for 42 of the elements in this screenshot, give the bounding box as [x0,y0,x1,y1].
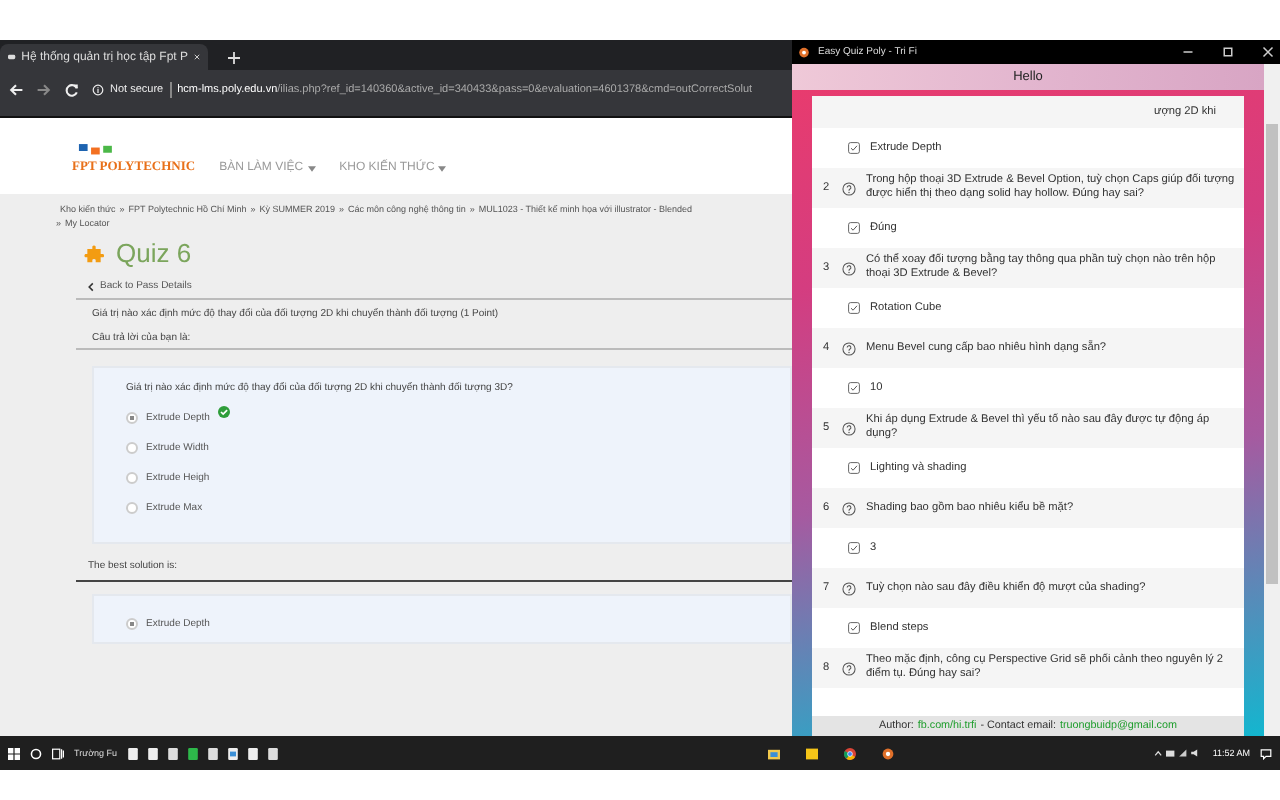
new-tab-icon[interactable] [228,52,240,64]
radio-button[interactable] [126,441,138,453]
search-circle-icon[interactable] [30,747,42,759]
favicon-icon [8,52,16,62]
page-title: Quiz 6 [116,238,192,268]
question-circle-icon [842,341,856,355]
question-circle-icon [842,581,856,595]
puzzle-icon [84,243,104,263]
task-view-icon[interactable] [52,747,64,759]
caret-icon [438,165,447,171]
scrollbar-thumb[interactable] [1266,124,1278,584]
windows-start-icon[interactable] [8,747,20,759]
sticky-note-icon[interactable] [806,747,819,759]
radio-button[interactable] [126,501,138,513]
document-icon[interactable] [207,747,218,759]
notification-icon[interactable] [1260,747,1272,759]
caret-icon [307,165,316,171]
app-icon [798,46,810,58]
app-icon[interactable] [882,747,895,759]
image-icon[interactable] [227,747,238,759]
minimize-icon[interactable] [1182,46,1194,58]
chevron-left-icon [88,281,94,291]
question-circle-icon [842,421,856,435]
browser-icon[interactable] [844,747,857,759]
folder-icon[interactable] [768,747,781,759]
close-icon[interactable] [1262,46,1274,58]
app-icon[interactable] [187,747,198,759]
back-arrow-icon[interactable] [8,82,24,98]
radio-button[interactable] [126,411,138,423]
question-circle-icon [842,181,856,195]
reload-icon[interactable] [64,82,80,98]
scrollbar[interactable] [1264,64,1280,736]
radio-button[interactable] [126,471,138,483]
forward-arrow-icon[interactable] [36,82,52,98]
close-icon[interactable] [194,52,200,62]
question-circle-icon [842,501,856,515]
maximize-icon[interactable] [1222,46,1234,58]
info-icon [92,84,104,96]
question-circle-icon [842,661,856,675]
tray-icons-drawing[interactable] [1154,748,1203,758]
radio-button[interactable] [126,617,138,629]
question-circle-icon [842,261,856,275]
